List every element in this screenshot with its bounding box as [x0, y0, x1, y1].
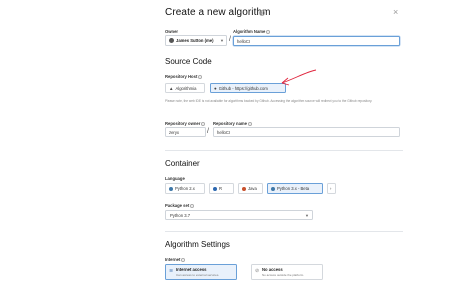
close-icon[interactable]: ×	[393, 8, 398, 17]
section-divider	[165, 150, 403, 151]
r-icon	[213, 186, 217, 191]
help-icon[interactable]	[198, 74, 203, 79]
container-heading: Container	[165, 159, 200, 168]
repository-name-label: Repository name	[213, 121, 252, 126]
no-access-icon: ⊘	[255, 268, 260, 274]
help-icon[interactable]: ?	[259, 10, 265, 16]
help-icon[interactable]	[201, 121, 206, 126]
algorithm-settings-heading: Algorithm Settings	[165, 240, 230, 249]
section-divider	[165, 231, 403, 232]
repository-owner-label: Repository owner	[165, 121, 206, 126]
source-code-heading: Source Code	[165, 57, 212, 66]
internet-access-option[interactable]: ≋ Internet access Can access to external…	[165, 264, 237, 280]
python-icon	[271, 186, 275, 191]
repository-host-label: Repository Host	[165, 74, 203, 79]
algorithmia-icon: ▲	[169, 86, 174, 91]
github-hint-text: Please note, the web IDE is not availabl…	[165, 99, 373, 103]
dialog-title: Create a new algorithm	[165, 7, 271, 18]
github-icon: ●	[214, 86, 217, 91]
package-set-select[interactable]: Python 3.7 ▼	[165, 210, 313, 220]
help-icon[interactable]	[266, 29, 271, 34]
help-icon[interactable]	[247, 121, 252, 126]
wifi-icon: ≋	[169, 268, 174, 274]
path-separator: /	[207, 128, 209, 135]
language-r-button[interactable]: R	[209, 183, 234, 194]
annotation-arrow-icon	[281, 69, 317, 86]
no-access-option[interactable]: ⊘ No access No access outside the platfo…	[251, 264, 323, 280]
help-icon[interactable]	[190, 203, 195, 208]
algorithm-name-input[interactable]: helloCI	[233, 36, 400, 46]
language-more-button[interactable]: ›	[327, 183, 336, 194]
repository-owner-input[interactable]: zeryx	[165, 127, 206, 137]
owner-label: Owner	[165, 29, 179, 34]
language-python2-button[interactable]: Python 2.x	[165, 183, 205, 194]
language-python3-button[interactable]: Python 3.x - Beta	[267, 183, 323, 194]
avatar	[169, 38, 174, 44]
create-algorithm-dialog: Create a new algorithm ? × Owner Algorit…	[0, 0, 474, 285]
chevron-down-icon: ▼	[220, 38, 224, 43]
help-icon[interactable]	[181, 257, 186, 262]
owner-select[interactable]: James Sutton (me) ▼	[165, 35, 227, 46]
internet-label: Internet	[165, 257, 186, 262]
java-icon	[242, 186, 246, 191]
repository-name-input[interactable]: helloCI	[213, 127, 400, 137]
language-java-button[interactable]: Java	[238, 183, 263, 194]
chevron-down-icon: ▼	[305, 213, 309, 218]
path-separator: /	[229, 36, 231, 43]
language-label: Language	[165, 176, 185, 181]
owner-value: James Sutton (me)	[176, 38, 214, 43]
package-set-label: Package set	[165, 203, 195, 208]
python-icon	[169, 186, 173, 191]
algorithm-name-label: Algorithm Name	[233, 29, 271, 34]
host-algorithmia-button[interactable]: ▲ Algorithmia	[165, 83, 205, 93]
